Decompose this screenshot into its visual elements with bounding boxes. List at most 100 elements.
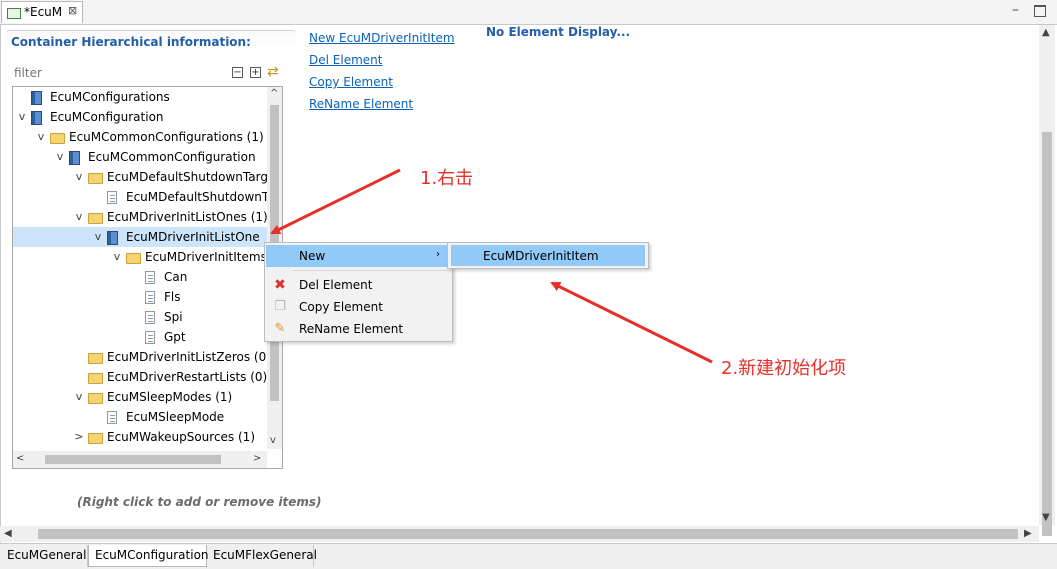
editor-left-border [0,24,1,543]
new-item-link[interactable]: New EcuMDriverInitItem [309,31,455,45]
editor-tab-title: *EcuM [24,5,63,19]
minimize-icon[interactable]: – [1012,3,1024,17]
tree-panel-header: Container Hierarchical information: [6,30,296,53]
tab-ecum-flex-general[interactable]: EcuMFlexGeneral [207,545,317,567]
sync-icon[interactable]: ⇄ [267,64,279,80]
scroll-right-icon[interactable]: > [253,453,261,464]
collapse-arrow-icon[interactable]: v [17,110,27,124]
menu-separator [293,270,450,271]
tree-row[interactable]: EcuMConfigurations [13,87,267,107]
tree-row-label: EcuMDriverInitListZeros (0) [107,350,271,364]
filter-input[interactable] [14,64,214,82]
tree-row[interactable]: Gpt [13,327,267,347]
document-icon [145,291,155,304]
folder-icon [88,393,103,404]
collapse-arrow-icon[interactable]: v [74,210,84,224]
tree-row[interactable]: Can [13,267,267,287]
scroll-up-icon[interactable]: ^ [270,88,278,99]
tree-row-label: EcuMCommonConfigurations (1) [69,130,264,144]
tree-row[interactable]: EcuMDefaultShutdownT [13,187,269,207]
tree-row[interactable]: > EcuMWakeupSources (1) [13,427,267,447]
folder-icon [50,133,65,144]
tree-horizontal-scrollbar[interactable]: < > [13,451,267,468]
document-icon [145,271,155,284]
tree-horizontal-scroll-thumb[interactable] [45,455,221,464]
bottom-tab-bar: EcuMGeneral EcuMConfiguration EcuMFlexGe… [0,543,1057,569]
copy-icon: ❐ [274,299,286,314]
submenu-item-driver-init-item[interactable]: EcuMDriverInitItem [451,245,645,266]
editor-tab-bar: *EcuM ⊠ – [0,0,1057,25]
collapse-arrow-icon[interactable]: v [93,230,103,244]
menu-item-new[interactable]: New › [266,245,451,267]
rename-element-link[interactable]: ReName Element [309,97,413,111]
tree-row[interactable]: EcuMDriverInitListZeros (0) [13,347,271,367]
tree-row-label: EcuMDriverInitListOnes (1) [107,210,268,224]
context-menu: New › ✖ Del Element ❐ Copy Element ✎ ReN… [264,242,453,342]
main-vertical-scrollbar[interactable]: ▲ ▼ [1039,25,1055,536]
maximize-icon[interactable] [1034,5,1046,17]
editor-tab-ecum[interactable]: *EcuM ⊠ [1,1,83,23]
tree-row-label: EcuMDriverRestartLists (0) [107,370,268,384]
no-element-label: No Element Display... [486,25,631,39]
main-horizontal-scroll-thumb[interactable] [38,529,1018,539]
document-icon [145,331,155,344]
folder-icon [126,253,141,264]
tree-row[interactable]: v EcuMDefaultShutdownTarg [13,167,268,187]
tree-row[interactable]: v EcuMConfiguration [13,107,267,127]
collapse-arrow-icon[interactable]: v [112,250,122,264]
folder-icon [88,433,103,444]
tab-label: EcuMGeneral [7,548,87,562]
tree-row[interactable]: EcuMDriverRestartLists (0) [13,367,267,387]
menu-item-copy-element[interactable]: ❐ Copy Element [266,296,451,318]
scroll-left-icon[interactable]: < [16,453,24,464]
document-icon [107,411,117,424]
tree-row-label: Gpt [164,330,186,344]
scroll-right-icon[interactable]: ▶ [1024,528,1032,539]
collapse-arrow-icon[interactable]: v [55,150,65,164]
tree-row[interactable]: v EcuMDriverInitItems [13,247,267,267]
scroll-down-icon[interactable]: v [270,435,276,446]
tree-row-label: EcuMSleepModes (1) [107,390,233,404]
tree-row[interactable]: Fls [13,287,267,307]
annotation-arrow-2 [550,281,713,364]
collapse-arrow-icon[interactable]: v [74,390,84,404]
del-element-link[interactable]: Del Element [309,53,382,67]
expand-all-icon[interactable]: + [250,67,261,78]
tree-row[interactable]: v EcuMSleepModes (1) [13,387,267,407]
menu-item-del-label: Del Element [299,278,373,292]
tree-row[interactable]: v EcuMDriverInitListOne [13,227,267,247]
menu-item-del-element[interactable]: ✖ Del Element [266,274,451,296]
copy-element-link[interactable]: Copy Element [309,75,393,89]
scroll-up-icon[interactable]: ▲ [1042,27,1050,38]
module-icon [69,151,80,165]
submenu-arrow-icon: › [436,249,440,260]
collapse-arrow-icon[interactable]: v [36,130,46,144]
tree-row-label: EcuMDriverInitItems [145,250,267,264]
menu-item-rename-label: ReName Element [299,322,404,336]
main-vertical-scroll-thumb[interactable] [1042,132,1052,536]
annotation-step-2: 2.新建初始化项 [721,358,847,379]
tab-ecum-configuration[interactable]: EcuMConfiguration [88,545,209,567]
annotation-arrow-1 [270,168,401,235]
tree-panel-title: Container Hierarchical information: [11,35,251,49]
scroll-down-icon[interactable]: ▼ [1042,512,1050,523]
tree-row[interactable]: v EcuMCommonConfigurations (1) [13,127,267,147]
tree-row-label: EcuMSleepMode [126,410,225,424]
tree-row[interactable]: v EcuMDriverInitListOnes (1) [13,207,268,227]
close-icon[interactable]: ⊠ [68,4,77,17]
pencil-icon: ✎ [274,321,286,336]
collapse-arrow-icon[interactable]: v [74,170,84,184]
collapse-all-icon[interactable]: − [232,67,243,78]
tree-row[interactable]: v EcuMCommonConfiguration [13,147,267,167]
expand-arrow-icon[interactable]: > [74,430,84,444]
tree-row[interactable]: EcuMSleepMode [13,407,267,427]
menu-item-rename-element[interactable]: ✎ ReName Element [266,318,451,340]
document-icon [145,311,155,324]
main-horizontal-scrollbar[interactable]: ◀ ▶ [0,526,1039,542]
folder-icon [88,173,103,184]
tab-ecum-general[interactable]: EcuMGeneral [1,545,88,567]
scroll-left-icon[interactable]: ◀ [4,528,12,539]
container-tree[interactable]: EcuMConfigurations v EcuMConfiguration v Ecu… [12,86,283,469]
tree-row-label: Fls [164,290,181,304]
tree-row[interactable]: Spi [13,307,267,327]
